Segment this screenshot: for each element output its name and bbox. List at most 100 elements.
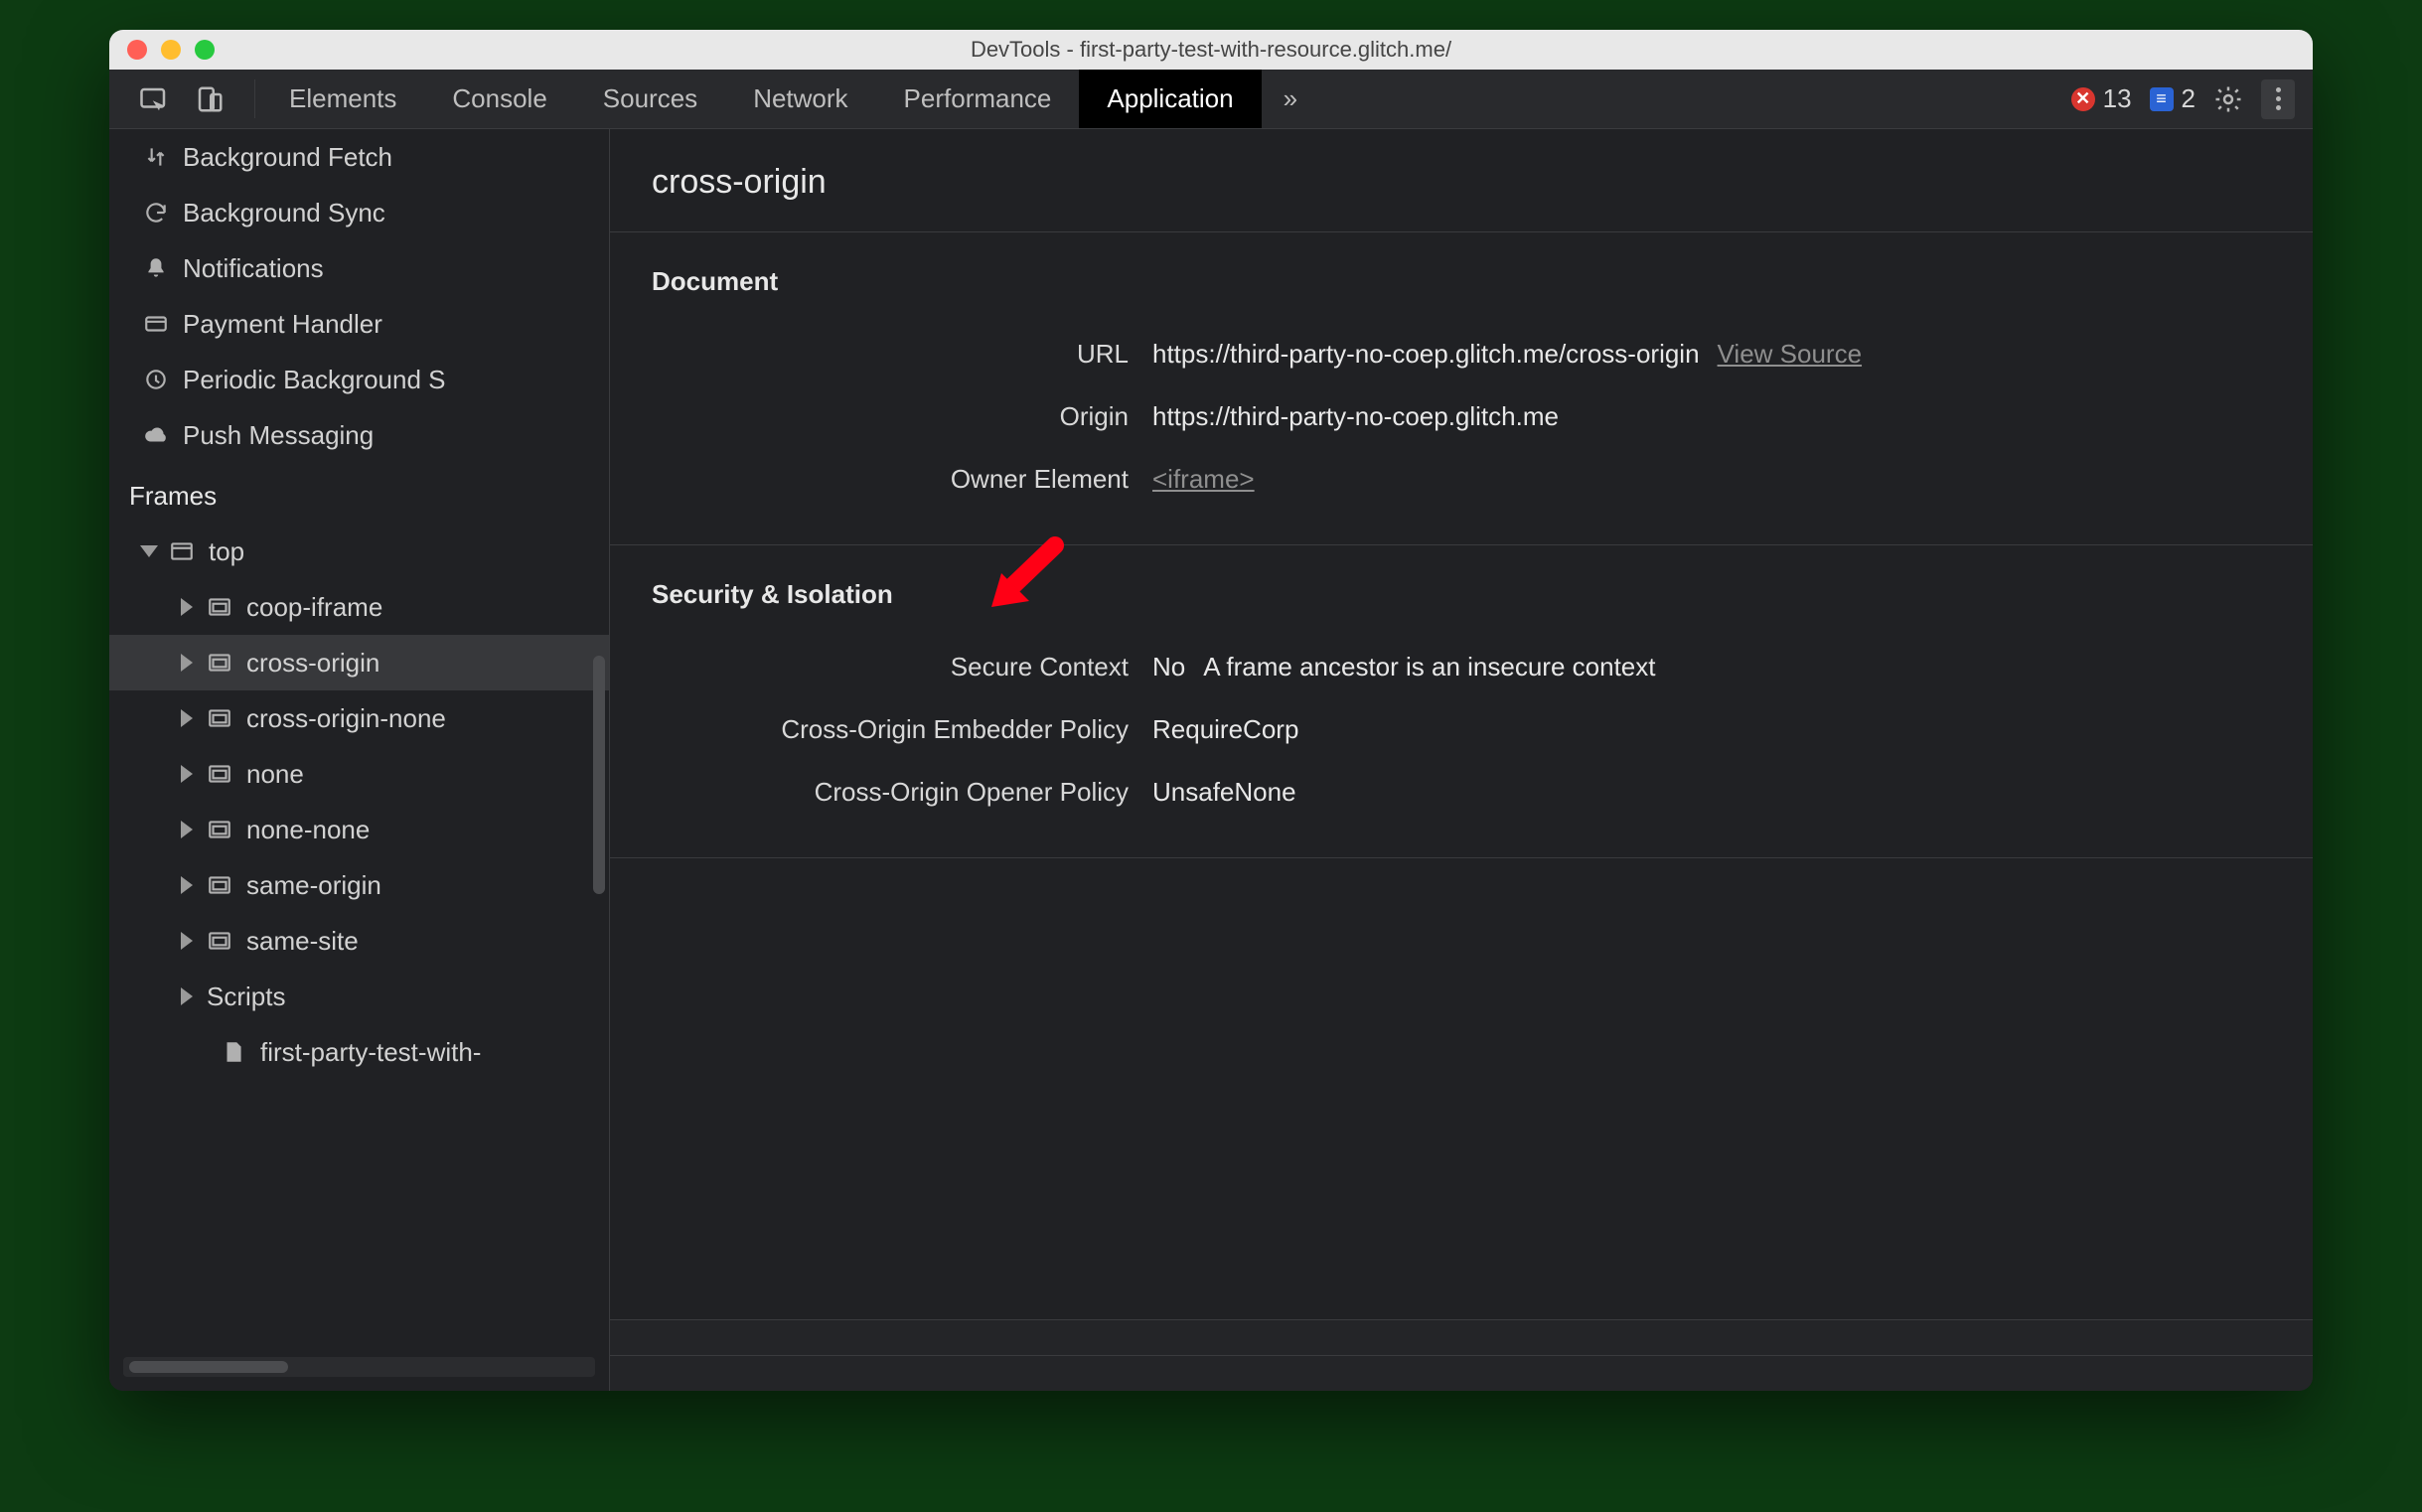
value-coep: RequireCorp: [1152, 714, 1298, 745]
empty-bar-2: [610, 1355, 2313, 1391]
tab-performance[interactable]: Performance: [876, 70, 1080, 128]
disclosure-triangle-icon[interactable]: [181, 598, 193, 616]
window-icon: [169, 538, 195, 564]
tab-console[interactable]: Console: [424, 70, 574, 128]
sidebar-item-label: Payment Handler: [183, 309, 382, 340]
section-heading: Document: [610, 232, 2313, 323]
sidebar-item-notifications[interactable]: Notifications: [109, 240, 609, 296]
value-url: https://third-party-no-coep.glitch.me/cr…: [1152, 339, 1700, 370]
more-menu-icon[interactable]: [2261, 79, 2295, 119]
frame-detail-panel: cross-origin Document URL https://third-…: [610, 129, 2313, 1391]
frame-label: cross-origin: [246, 648, 379, 679]
titlebar: DevTools - first-party-test-with-resourc…: [109, 30, 2313, 70]
view-source-link[interactable]: View Source: [1718, 339, 1863, 370]
tabs-overflow-button[interactable]: »: [1262, 70, 1319, 128]
disclosure-triangle-icon[interactable]: [181, 765, 193, 783]
iframe-icon: [207, 705, 232, 731]
section-heading: Security & Isolation: [610, 545, 2313, 636]
frame-item-same-site[interactable]: same-site: [109, 913, 609, 969]
iframe-icon: [207, 650, 232, 676]
disclosure-triangle-icon[interactable]: [140, 545, 158, 557]
script-file-label: first-party-test-with-: [260, 1037, 481, 1068]
iframe-icon: [207, 761, 232, 787]
toolbar-divider: [254, 79, 255, 118]
zoom-window-button[interactable]: [195, 40, 215, 60]
tab-sources[interactable]: Sources: [575, 70, 725, 128]
frame-label: same-site: [246, 926, 359, 957]
row-origin: Origin https://third-party-no-coep.glitc…: [610, 385, 2313, 448]
chevron-double-right-icon: »: [1284, 83, 1297, 114]
value-secure-context: No: [1152, 652, 1185, 682]
tab-elements[interactable]: Elements: [261, 70, 424, 128]
cloud-icon: [143, 422, 169, 448]
tab-network[interactable]: Network: [725, 70, 875, 128]
label-url: URL: [652, 339, 1129, 370]
frame-label: cross-origin-none: [246, 703, 446, 734]
frame-tree-scripts[interactable]: Scripts: [109, 969, 609, 1024]
sidebar-item-background-sync[interactable]: Background Sync: [109, 185, 609, 240]
scrollbar-thumb[interactable]: [129, 1361, 288, 1373]
tab-label: Network: [753, 83, 847, 114]
sidebar-item-label: Background Sync: [183, 198, 385, 228]
iframe-icon: [207, 872, 232, 898]
tab-label: Console: [452, 83, 546, 114]
clock-icon: [143, 367, 169, 392]
frame-label: none: [246, 759, 304, 790]
row-owner-element: Owner Element <iframe>: [610, 448, 2313, 511]
tab-label: Application: [1107, 83, 1233, 114]
sidebar-item-periodic-background-sync[interactable]: Periodic Background S: [109, 352, 609, 407]
bottom-bars: [610, 1319, 2313, 1391]
info-badge-icon: ≡: [2150, 87, 2174, 111]
settings-gear-icon[interactable]: [2213, 84, 2243, 114]
frame-item-none-none[interactable]: none-none: [109, 802, 609, 857]
frame-item-none[interactable]: none: [109, 746, 609, 802]
frame-item-cross-origin[interactable]: cross-origin: [109, 635, 609, 690]
sidebar-item-payment-handler[interactable]: Payment Handler: [109, 296, 609, 352]
label-coop: Cross-Origin Opener Policy: [652, 777, 1129, 808]
disclosure-triangle-icon[interactable]: [181, 654, 193, 672]
frame-item-same-origin[interactable]: same-origin: [109, 857, 609, 913]
label-secure-context: Secure Context: [652, 652, 1129, 682]
window-title: DevTools - first-party-test-with-resourc…: [109, 37, 2313, 63]
sidebar-vertical-scrollbar[interactable]: [593, 656, 605, 894]
iframe-icon: [207, 594, 232, 620]
frame-tree-top[interactable]: top: [109, 524, 609, 579]
frame-item-cross-origin-none[interactable]: cross-origin-none: [109, 690, 609, 746]
tab-application[interactable]: Application: [1079, 70, 1261, 128]
info-counter[interactable]: ≡ 2: [2150, 83, 2195, 114]
script-file-item[interactable]: first-party-test-with-: [109, 1024, 609, 1080]
disclosure-triangle-icon[interactable]: [181, 709, 193, 727]
sidebar-item-background-fetch[interactable]: Background Fetch: [109, 129, 609, 185]
sidebar-horizontal-scrollbar[interactable]: [123, 1357, 595, 1377]
document-icon: [221, 1039, 246, 1065]
row-coep: Cross-Origin Embedder Policy RequireCorp: [610, 698, 2313, 761]
minimize-window-button[interactable]: [161, 40, 181, 60]
bell-icon: [143, 255, 169, 281]
tab-label: Performance: [904, 83, 1052, 114]
error-counter[interactable]: ✕ 13: [2071, 83, 2132, 114]
detail-title: cross-origin: [610, 129, 2313, 232]
credit-card-icon: [143, 311, 169, 337]
frames-section-header: Frames: [109, 463, 609, 524]
owner-element-link[interactable]: <iframe>: [1152, 464, 1255, 495]
disclosure-triangle-icon[interactable]: [181, 987, 193, 1005]
sync-vertical-icon: [143, 144, 169, 170]
row-url: URL https://third-party-no-coep.glitch.m…: [610, 323, 2313, 385]
iframe-icon: [207, 817, 232, 842]
row-secure-context: Secure Context No A frame ancestor is an…: [610, 636, 2313, 698]
inspect-element-icon[interactable]: [139, 84, 169, 114]
iframe-icon: [207, 928, 232, 954]
disclosure-triangle-icon[interactable]: [181, 821, 193, 838]
disclosure-triangle-icon[interactable]: [181, 932, 193, 950]
tab-label: Sources: [603, 83, 697, 114]
frame-label: none-none: [246, 815, 370, 845]
window-controls: [127, 40, 215, 60]
disclosure-triangle-icon[interactable]: [181, 876, 193, 894]
frame-item-coop-iframe[interactable]: coop-iframe: [109, 579, 609, 635]
device-toggle-icon[interactable]: [195, 84, 225, 114]
frame-label: same-origin: [246, 870, 381, 901]
sidebar-item-push-messaging[interactable]: Push Messaging: [109, 407, 609, 463]
value-coop: UnsafeNone: [1152, 777, 1296, 808]
close-window-button[interactable]: [127, 40, 147, 60]
panel-tabs: Elements Console Sources Network Perform…: [261, 70, 1262, 128]
